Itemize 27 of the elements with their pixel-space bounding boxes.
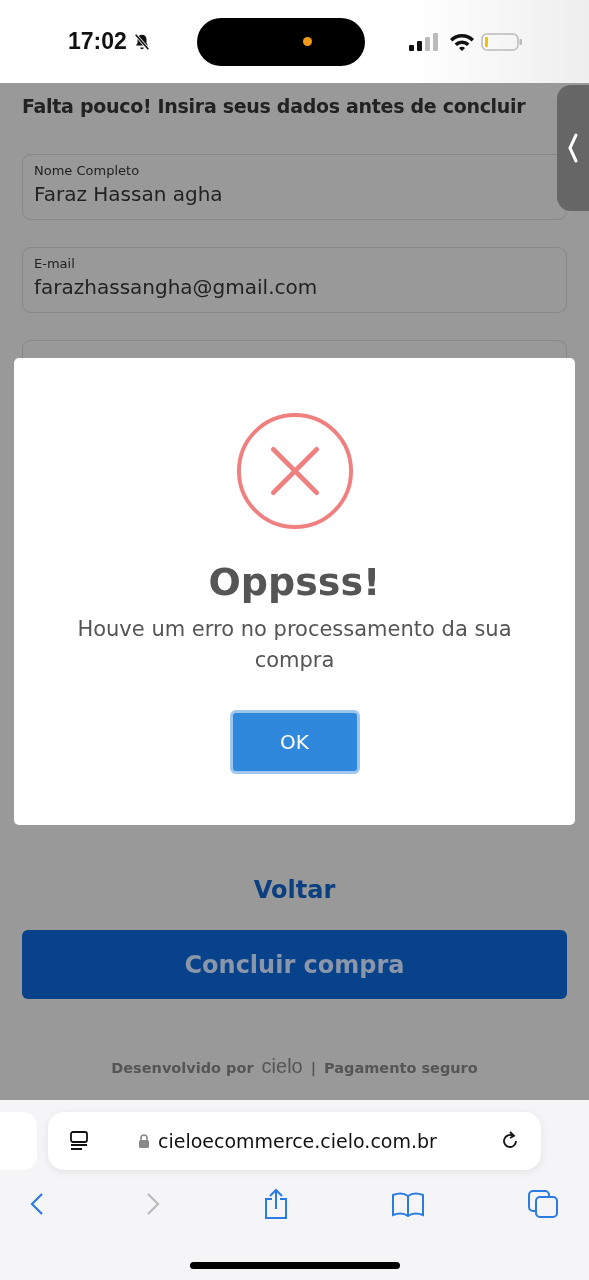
footer-text: Desenvolvido por	[111, 1060, 254, 1076]
form-heading: Falta pouco! Insira seus dados antes de concluir	[22, 95, 527, 117]
clock: 17:02	[68, 28, 127, 55]
book-icon[interactable]	[390, 1191, 425, 1217]
url-text: cieloecommerce.cielo.com.br	[158, 1130, 438, 1152]
lock-icon	[138, 1133, 150, 1149]
battery-icon	[480, 31, 523, 52]
text-field[interactable]: E-mail farazhassangha@gmail.com	[22, 247, 567, 313]
ok-button[interactable]: OK	[229, 710, 360, 774]
side-menu[interactable]	[557, 85, 589, 211]
error-icon	[235, 412, 354, 530]
signal-icon	[408, 31, 439, 52]
muted-bell-icon	[132, 32, 151, 51]
back-link[interactable]: Voltar	[253, 876, 336, 904]
reader-icon[interactable]	[68, 1130, 90, 1152]
brand-logo: cielo	[261, 1055, 303, 1078]
address-bar[interactable]: cieloecommerce.cielo.com.br	[48, 1112, 541, 1170]
footer-text: Pagamento seguro	[324, 1060, 478, 1076]
back-icon[interactable]	[30, 1192, 44, 1216]
dialog-message: Houve um erro no processamento da sua compra	[76, 616, 513, 674]
chevron-left-icon	[567, 133, 579, 163]
wifi-icon	[448, 31, 475, 52]
submit-button[interactable]: Concluir compra	[22, 930, 567, 999]
share-icon[interactable]	[262, 1188, 289, 1220]
tabs-icon[interactable]	[527, 1189, 559, 1219]
footer-separator: |	[310, 1060, 317, 1076]
dialog-title: Oppsss!	[208, 560, 381, 604]
